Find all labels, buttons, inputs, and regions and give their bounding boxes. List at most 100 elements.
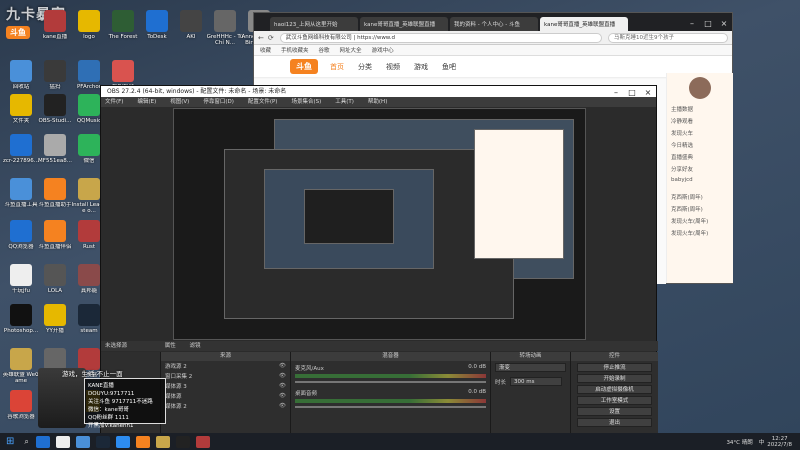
search-input[interactable]: 马斯克睡10近生9个孩子 — [608, 32, 728, 43]
desktop-icon[interactable]: The Forest — [104, 10, 142, 46]
visibility-eye-icon[interactable]: 👁 — [279, 403, 286, 409]
windows-start-icon[interactable]: ⊞ — [6, 436, 14, 447]
panel-line[interactable]: 冷静观看 — [667, 115, 733, 127]
desktop-icon[interactable]: OBS-Studi... — [36, 94, 74, 130]
nav-item[interactable]: 视频 — [386, 62, 400, 72]
desktop-icon[interactable]: 谷歌浏览器 — [2, 390, 40, 426]
visibility-eye-icon[interactable]: 👁 — [279, 393, 286, 399]
avatar[interactable] — [689, 77, 711, 99]
nav-item[interactable]: 游戏 — [414, 62, 428, 72]
taskbar-app-icon[interactable] — [35, 435, 50, 448]
volume-slider[interactable] — [295, 381, 486, 383]
obs-menu-item[interactable]: 视图(V) — [170, 97, 189, 107]
control-button[interactable]: 退出 — [577, 418, 652, 427]
nav-item[interactable]: 鱼吧 — [442, 62, 456, 72]
obs-window[interactable]: OBS 27.2.4 (64-bit, windows) - 配置文件: 未命名… — [100, 85, 658, 434]
browser-tab[interactable]: kane哥哥直播_英雄联盟直播 — [540, 17, 628, 31]
transition-select[interactable]: 渐变 — [495, 363, 566, 372]
desktop-icon[interactable]: 斗鱼直播工具 — [2, 178, 40, 214]
taskbar-app-icon[interactable] — [155, 435, 170, 448]
desktop-icon[interactable]: zcr-227896... — [2, 134, 40, 170]
obs-preview[interactable] — [173, 108, 586, 340]
nav-item[interactable]: 首页 — [330, 62, 344, 72]
douyu-nav-logo[interactable]: 斗鱼 — [290, 59, 318, 74]
obs-menu-item[interactable]: 文件(F) — [105, 97, 123, 107]
bookmark-link[interactable]: 手机收藏夹 — [281, 46, 309, 54]
desktop-icon[interactable]: 文件夹 — [2, 94, 40, 130]
back-icon[interactable]: ← — [258, 34, 264, 42]
desktop-icon[interactable]: kane直播 — [36, 10, 74, 46]
obs-menu-item[interactable]: 场景集合(S) — [291, 97, 321, 107]
visibility-eye-icon[interactable]: 👁 — [279, 383, 286, 389]
url-input[interactable]: 武汉斗鱼网络科技有限公司 | https://www.d — [279, 32, 602, 43]
volume-slider[interactable] — [295, 406, 486, 408]
taskbar-app-icon[interactable] — [135, 435, 150, 448]
search-icon[interactable]: ⌕ — [24, 437, 28, 447]
taskbar-app-icon[interactable] — [115, 435, 130, 448]
desktop-icon[interactable]: AKI — [172, 10, 210, 46]
duration-input[interactable]: 300 ms — [510, 377, 562, 386]
obs-menu-item[interactable]: 停靠窗口(D) — [203, 97, 234, 107]
desktop-icon[interactable]: QQ浏览器 — [2, 220, 40, 256]
bookmark-link[interactable]: 谷歌 — [319, 46, 330, 54]
browser-tab[interactable]: 我的资料 - 个人中心 - 斗鱼 — [450, 17, 538, 31]
desktop-icon[interactable]: MF551ea8... — [36, 134, 74, 170]
bookmark-link[interactable]: 游戏中心 — [372, 46, 394, 54]
desktop-icon[interactable]: GreHHHc - Tú Chỉ N... — [206, 10, 244, 46]
control-button[interactable]: 停止推流 — [577, 363, 652, 372]
panel-line[interactable]: 主播数据 — [667, 103, 733, 115]
desktop-icon[interactable]: Photoshop... — [2, 304, 40, 340]
clock[interactable]: 12:27 2022/7/8 — [767, 436, 792, 448]
desktop-icon[interactable]: 英雄联盟 WeGame — [2, 348, 40, 384]
minimize-icon[interactable]: – — [684, 17, 700, 31]
obs-close-icon[interactable]: × — [640, 86, 656, 97]
obs-menu-item[interactable]: 工具(T) — [335, 97, 354, 107]
taskbar-app-icon[interactable] — [195, 435, 210, 448]
bookmark-link[interactable]: 收藏 — [260, 46, 271, 54]
desktop-icon[interactable]: 千玩jfu — [2, 264, 40, 300]
close-icon[interactable]: × — [716, 17, 732, 31]
desktop-icon[interactable]: 回收站 — [2, 60, 40, 96]
panel-line[interactable]: babyjcd — [667, 175, 733, 185]
control-button[interactable]: 开始录制 — [577, 374, 652, 383]
control-button[interactable]: 工作室模式 — [577, 396, 652, 405]
browser-tab[interactable]: haoi123_上网从这里开始 — [270, 17, 358, 31]
obs-minimize-icon[interactable]: – — [608, 86, 624, 97]
source-item[interactable]: 媒体源 👁 — [161, 391, 290, 401]
visibility-eye-icon[interactable]: 👁 — [279, 373, 286, 379]
obs-maximize-icon[interactable]: □ — [624, 86, 640, 97]
weather-text[interactable]: 34°C 晴朗 — [726, 438, 752, 446]
desktop-icon[interactable]: 斗鱼直播助手 — [36, 178, 74, 214]
control-button[interactable]: 启动虚拟摄像机 — [577, 385, 652, 394]
panel-line[interactable]: 直播盛典 — [667, 151, 733, 163]
obs-menu-item[interactable]: 帮助(H) — [368, 97, 387, 107]
maximize-icon[interactable]: □ — [700, 17, 716, 31]
refresh-icon[interactable]: ⟳ — [268, 34, 274, 42]
panel-line[interactable]: 分享好友 — [667, 163, 733, 175]
taskbar-app-icon[interactable] — [175, 435, 190, 448]
visibility-eye-icon[interactable]: 👁 — [279, 363, 286, 369]
ime-indicator[interactable]: 中 — [759, 438, 765, 446]
taskbar-app-icon[interactable] — [95, 435, 110, 448]
obs-menu-item[interactable]: 配置文件(P) — [248, 97, 278, 107]
source-item[interactable]: 游戏源 2 👁 — [161, 361, 290, 371]
source-item[interactable]: 窗口采集 2 👁 — [161, 371, 290, 381]
panel-line[interactable]: 发现火车 — [667, 127, 733, 139]
source-item[interactable]: 媒体源 3 👁 — [161, 381, 290, 391]
filters-button[interactable]: 滤镜 — [190, 343, 201, 349]
taskbar-app-icon[interactable] — [55, 435, 70, 448]
desktop-icon[interactable]: 斗鱼直播伴侣 — [36, 220, 74, 256]
source-item[interactable]: 媒体源 2 👁 — [161, 401, 290, 411]
panel-line[interactable]: 今日精选 — [667, 139, 733, 151]
bookmark-link[interactable]: 网址大全 — [340, 46, 362, 54]
control-button[interactable]: 设置 — [577, 407, 652, 416]
taskbar-app-icon[interactable] — [75, 435, 90, 448]
desktop-icon[interactable]: 猛犸 — [36, 60, 74, 96]
nav-item[interactable]: 分类 — [358, 62, 372, 72]
desktop-icon[interactable]: LOLA — [36, 264, 74, 300]
desktop-icon[interactable]: ToDesk — [138, 10, 176, 46]
obs-menu-item[interactable]: 编辑(E) — [137, 97, 156, 107]
properties-button[interactable]: 属性 — [165, 343, 176, 349]
desktop-icon[interactable]: YY开播 — [36, 304, 74, 340]
desktop-icon[interactable]: logo — [70, 10, 108, 46]
